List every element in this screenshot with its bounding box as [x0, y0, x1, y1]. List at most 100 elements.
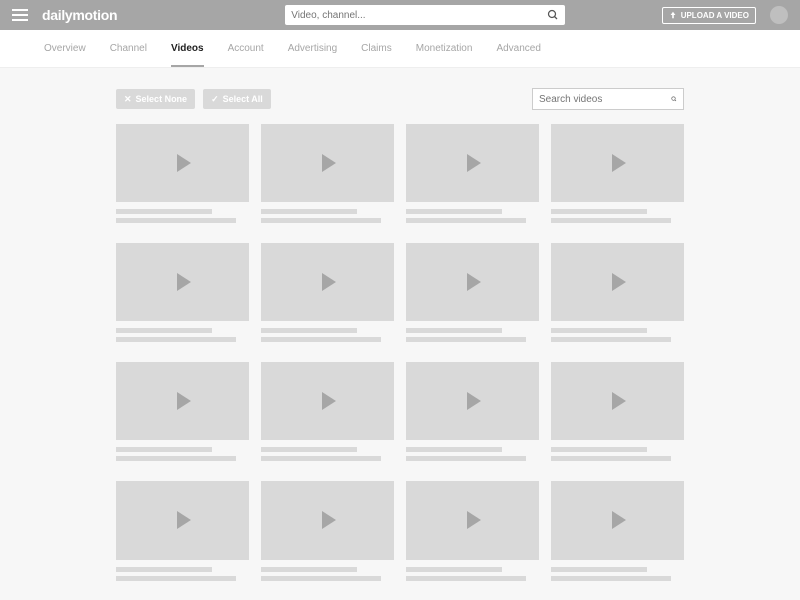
- upload-video-button[interactable]: UPLOAD A VIDEO: [662, 7, 756, 24]
- topbar: dailymotion UPLOAD A VIDEO: [0, 0, 800, 30]
- video-title-placeholder: [261, 328, 357, 333]
- select-none-label: Select None: [136, 94, 188, 104]
- play-icon: [467, 273, 481, 291]
- tabbar: Overview Channel Videos Account Advertising C…: [0, 30, 800, 68]
- video-title-placeholder: [406, 328, 502, 333]
- play-icon: [612, 154, 626, 172]
- video-title-placeholder: [551, 209, 647, 214]
- tab-channel[interactable]: Channel: [110, 30, 147, 67]
- tab-account[interactable]: Account: [228, 30, 264, 67]
- tab-advertising[interactable]: Advertising: [288, 30, 337, 67]
- video-thumbnail[interactable]: [551, 243, 684, 321]
- select-all-label: Select All: [223, 94, 263, 104]
- tab-advanced[interactable]: Advanced: [496, 30, 540, 67]
- video-thumbnail[interactable]: [406, 243, 539, 321]
- hamburger-menu-icon[interactable]: [12, 9, 28, 21]
- video-meta-placeholder: [551, 218, 671, 223]
- video-card[interactable]: [406, 481, 539, 584]
- video-title-placeholder: [261, 447, 357, 452]
- tab-claims[interactable]: Claims: [361, 30, 392, 67]
- video-thumbnail[interactable]: [551, 362, 684, 440]
- video-meta-placeholder: [116, 337, 236, 342]
- video-meta-placeholder: [551, 576, 671, 581]
- video-card[interactable]: [551, 362, 684, 465]
- video-title-placeholder: [261, 567, 357, 572]
- avatar[interactable]: [770, 6, 788, 24]
- play-icon: [177, 392, 191, 410]
- content: ✕ Select None ✓ Select All MORE: [116, 88, 684, 600]
- video-card[interactable]: [261, 481, 394, 584]
- video-title-placeholder: [551, 447, 647, 452]
- play-icon: [612, 392, 626, 410]
- play-icon: [177, 273, 191, 291]
- upload-button-label: UPLOAD A VIDEO: [681, 11, 749, 20]
- video-card[interactable]: [116, 124, 249, 227]
- video-card[interactable]: [261, 243, 394, 346]
- video-title-placeholder: [551, 567, 647, 572]
- video-meta-placeholder: [551, 456, 671, 461]
- video-thumbnail[interactable]: [261, 124, 394, 202]
- video-thumbnail[interactable]: [406, 124, 539, 202]
- video-meta-placeholder: [116, 456, 236, 461]
- play-icon: [467, 154, 481, 172]
- video-thumbnail[interactable]: [261, 243, 394, 321]
- select-all-button[interactable]: ✓ Select All: [203, 89, 271, 109]
- video-thumbnail[interactable]: [116, 481, 249, 559]
- video-card[interactable]: [261, 362, 394, 465]
- video-card[interactable]: [551, 243, 684, 346]
- tab-videos[interactable]: Videos: [171, 30, 204, 67]
- global-search[interactable]: [285, 5, 565, 25]
- logo[interactable]: dailymotion: [42, 7, 117, 23]
- video-thumbnail[interactable]: [406, 481, 539, 559]
- video-thumbnail[interactable]: [116, 362, 249, 440]
- play-icon: [177, 511, 191, 529]
- play-icon: [612, 511, 626, 529]
- tab-overview[interactable]: Overview: [44, 30, 86, 67]
- video-thumbnail[interactable]: [551, 124, 684, 202]
- video-search-input[interactable]: [539, 94, 671, 105]
- play-icon: [322, 392, 336, 410]
- video-card[interactable]: [116, 362, 249, 465]
- video-meta-placeholder: [406, 337, 526, 342]
- video-thumbnail[interactable]: [406, 362, 539, 440]
- video-card[interactable]: [551, 481, 684, 584]
- video-meta-placeholder: [116, 576, 236, 581]
- tab-monetization[interactable]: Monetization: [416, 30, 473, 67]
- video-thumbnail[interactable]: [116, 124, 249, 202]
- video-search[interactable]: [532, 88, 684, 110]
- search-icon[interactable]: [671, 93, 677, 105]
- video-thumbnail[interactable]: [261, 362, 394, 440]
- video-title-placeholder: [116, 328, 212, 333]
- video-meta-placeholder: [406, 456, 526, 461]
- video-card[interactable]: [406, 362, 539, 465]
- video-meta-placeholder: [406, 576, 526, 581]
- video-thumbnail[interactable]: [116, 243, 249, 321]
- video-meta-placeholder: [261, 337, 381, 342]
- play-icon: [467, 511, 481, 529]
- global-search-input[interactable]: [291, 10, 547, 21]
- video-meta-placeholder: [261, 576, 381, 581]
- select-none-button[interactable]: ✕ Select None: [116, 89, 195, 109]
- video-thumbnail[interactable]: [261, 481, 394, 559]
- video-title-placeholder: [261, 209, 357, 214]
- close-icon: ✕: [124, 95, 132, 104]
- video-card[interactable]: [116, 481, 249, 584]
- video-card[interactable]: [116, 243, 249, 346]
- play-icon: [322, 511, 336, 529]
- upload-icon: [669, 11, 677, 19]
- play-icon: [322, 273, 336, 291]
- video-card[interactable]: [261, 124, 394, 227]
- video-meta-placeholder: [406, 218, 526, 223]
- video-title-placeholder: [551, 328, 647, 333]
- video-card[interactable]: [551, 124, 684, 227]
- video-thumbnail[interactable]: [551, 481, 684, 559]
- video-card[interactable]: [406, 124, 539, 227]
- video-grid: [116, 124, 684, 585]
- video-title-placeholder: [406, 567, 502, 572]
- play-icon: [467, 392, 481, 410]
- video-meta-placeholder: [261, 456, 381, 461]
- video-title-placeholder: [116, 209, 212, 214]
- search-icon[interactable]: [547, 9, 559, 21]
- video-title-placeholder: [116, 567, 212, 572]
- video-card[interactable]: [406, 243, 539, 346]
